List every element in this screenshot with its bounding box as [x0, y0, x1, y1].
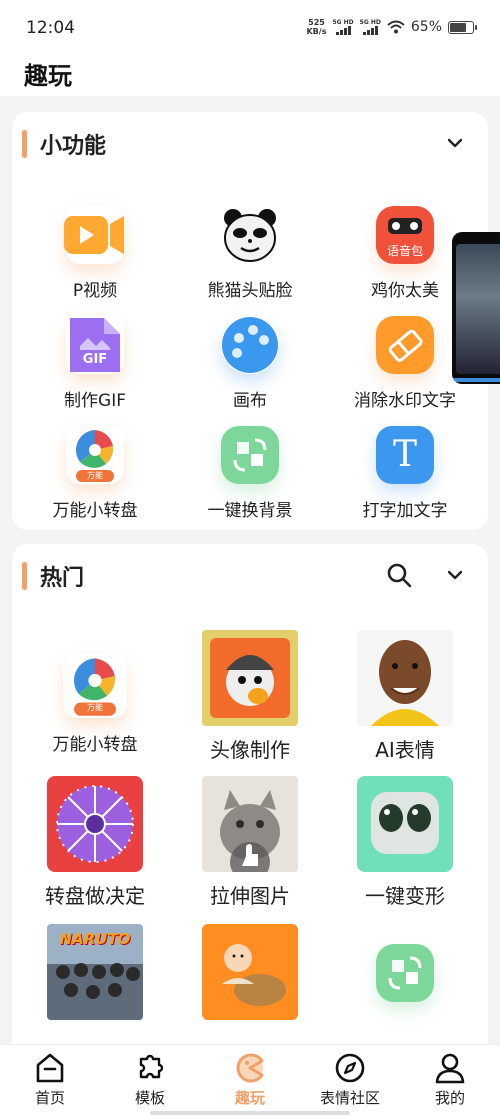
hot-monk-meme[interactable] [175, 924, 325, 1028]
network-speed: 525 KB/s [306, 18, 327, 36]
avatar-maker-thumb [202, 630, 298, 726]
hot-avatar-maker[interactable]: 头像制作 [175, 630, 325, 763]
battery-percent: 65% [410, 19, 442, 35]
morph-thumb [357, 776, 453, 872]
signal-1-icon: 5G HD [332, 19, 354, 35]
text-t-icon: T [376, 426, 434, 484]
hot-stretch-image[interactable]: 拉伸图片 [175, 776, 325, 909]
fun-icon [236, 1053, 264, 1083]
hot-ai-emoji[interactable]: AI表情 [330, 630, 480, 763]
video-camera-icon [64, 206, 124, 264]
chevron-down-icon[interactable] [448, 568, 462, 582]
hot-morph[interactable]: 一键变形 [330, 776, 480, 909]
feature-panda-face[interactable]: 熊猫头贴脸 [175, 206, 325, 301]
home-icon [36, 1053, 64, 1083]
spin-badge: 万能 [87, 471, 103, 480]
nav-home[interactable]: 首页 [5, 1051, 95, 1108]
hot-card: 热门 万能 万能小转盘 头像制作 AI表情 转盘做决定 拉伸图片 一键变形 NA… [12, 544, 488, 1044]
signal-2-icon: 5G HD [360, 19, 381, 35]
status-bar: 12:04 525 KB/s 5G HD 5G HD 65% [0, 0, 500, 56]
feature-make-gif[interactable]: GIF 制作GIF [20, 316, 170, 411]
text-badge: T [392, 434, 417, 475]
feature-change-background[interactable]: 一键换背景 [175, 426, 325, 521]
spin-wheel-icon: 万能 [63, 654, 127, 718]
gif-file-icon: GIF [66, 316, 124, 374]
nav-templates[interactable]: 模板 [105, 1051, 195, 1108]
voice-pack-badge: 语音包 [386, 244, 423, 258]
chevron-down-icon[interactable] [448, 136, 462, 150]
ai-face-thumb [357, 630, 453, 726]
naruto-group-thumb: NARUTO [47, 924, 143, 1020]
naruto-logo: NARUTO [59, 930, 131, 948]
home-indicator [150, 1111, 350, 1115]
hot-swap[interactable] [330, 944, 480, 1014]
decision-wheel-thumb [47, 776, 143, 872]
spin-badge: 万能 [87, 703, 103, 712]
hot-title: 热门 [40, 566, 85, 591]
nav-fun[interactable]: 趣玩 [205, 1051, 295, 1108]
feature-p-video[interactable]: P视频 [20, 206, 170, 301]
features-title: 小功能 [40, 134, 107, 159]
battery-icon [448, 20, 477, 34]
nav-profile[interactable]: 我的 [405, 1051, 495, 1108]
eraser-icon [376, 316, 434, 374]
feature-spin-wheel[interactable]: 万能 万能小转盘 [20, 426, 170, 521]
spin-wheel-icon: 万能 [66, 426, 124, 484]
floating-video-screen [456, 244, 500, 374]
hot-header: 热门 [12, 558, 488, 594]
monk-meme-thumb [202, 924, 298, 1020]
page-title: 趣玩 [24, 62, 72, 90]
bottom-navigation: 首页 模板 趣玩 表情社区 我的 [0, 1044, 500, 1115]
floating-video-progress [452, 378, 500, 382]
hot-decision-wheel[interactable]: 转盘做决定 [20, 776, 170, 909]
features-header: 小功能 [12, 126, 488, 162]
status-icons: 525 KB/s 5G HD 5G HD 65% [306, 18, 477, 36]
section-accent [22, 130, 27, 158]
swap-icon [376, 944, 434, 1002]
cat-stretch-thumb [202, 776, 298, 872]
status-time: 12:04 [26, 18, 75, 38]
compass-icon [335, 1053, 365, 1083]
wifi-icon [387, 20, 405, 34]
features-card: 小功能 P视频 熊猫头贴脸 语音包 鸡你太美 GIF 制作GIF 画布 消除水印… [12, 112, 488, 530]
swap-background-icon [221, 426, 279, 484]
section-accent [22, 562, 27, 590]
feature-canvas[interactable]: 画布 [175, 316, 325, 411]
hot-spin-wheel[interactable]: 万能 万能小转盘 [20, 654, 170, 755]
search-icon[interactable] [386, 562, 412, 588]
gif-badge: GIF [82, 352, 108, 367]
voice-pack-icon: 语音包 [376, 206, 434, 264]
floating-video-player[interactable] [452, 232, 500, 384]
feature-add-text[interactable]: T 打字加文字 [330, 426, 480, 521]
palette-icon [221, 316, 279, 374]
puzzle-icon [139, 1054, 164, 1079]
app-header: 趣玩 [0, 56, 500, 96]
hot-naruto[interactable]: NARUTO [20, 924, 170, 1028]
nav-emoji-community[interactable]: 表情社区 [305, 1051, 395, 1108]
profile-icon [435, 1053, 465, 1084]
panda-face-icon [221, 206, 279, 264]
